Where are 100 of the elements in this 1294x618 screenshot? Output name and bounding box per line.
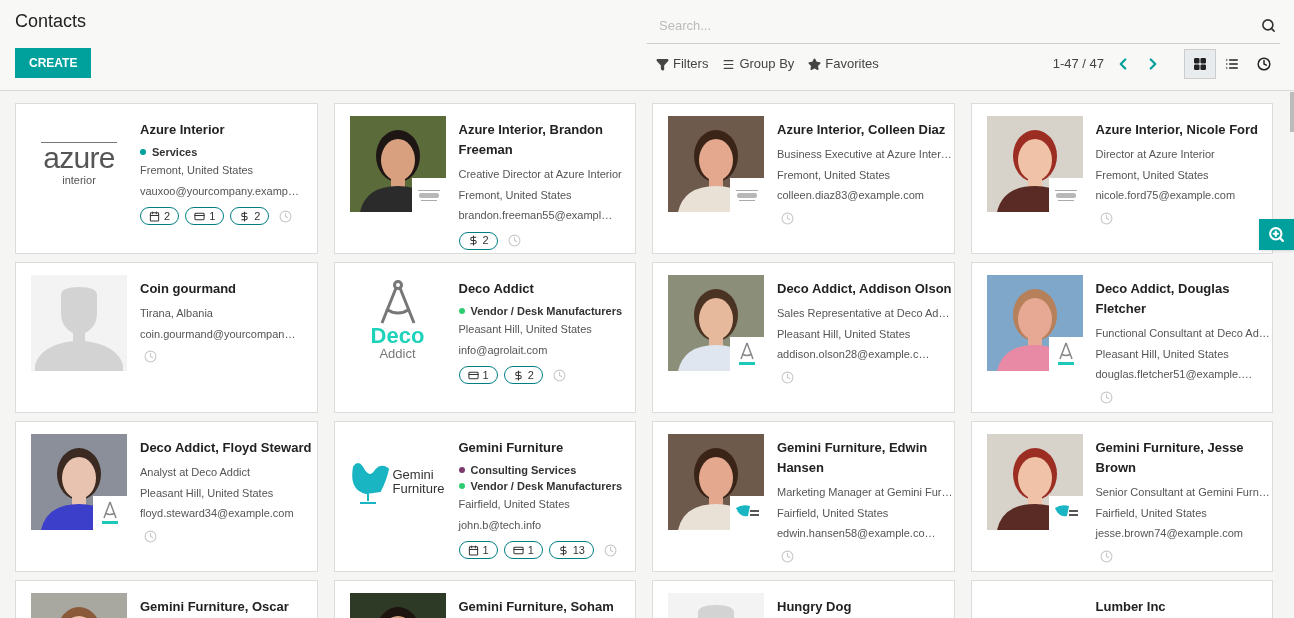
contact-detail: vauxoo@yourcompany.examp… xyxy=(140,183,299,199)
sales-button[interactable]: 2 xyxy=(458,231,498,250)
grid-icon xyxy=(1193,57,1207,71)
activity-clock-icon[interactable] xyxy=(781,211,794,225)
contact-card[interactable]: Coin gourmand Tirana, Albania coin.gourmand@yourcompan… xyxy=(15,262,318,413)
contact-card[interactable]: Lumber Inc xyxy=(970,580,1273,618)
contact-detail: Fairfield, United States xyxy=(777,505,889,521)
activity-clock-icon[interactable] xyxy=(507,234,521,247)
sales-button[interactable]: 13 xyxy=(548,541,594,559)
contact-card[interactable]: Gemini Furniture, Jesse Brown Senior Consultant at Gemini Furn… Fairfield, United States jesse.brown74@example.com xyxy=(970,421,1273,572)
contact-card[interactable]: Deco Addict, Douglas Fletcher Functional Consultant at Deco Ad… Pleasant Hill, United States douglas.fletcher51@example.… xyxy=(970,262,1273,413)
payment-button[interactable]: 1 xyxy=(458,366,498,384)
contact-detail: Functional Consultant at Deco Ad… xyxy=(1095,326,1270,341)
filters-button[interactable]: Filters xyxy=(656,54,709,74)
group-icon xyxy=(722,57,736,71)
logo-text: Furniture xyxy=(392,482,445,496)
search-icon[interactable] xyxy=(1261,18,1276,33)
contact-detail: john.b@tech.info xyxy=(458,517,542,533)
contact-card[interactable]: Deco Addict Deco Addict Vendor / Desk Manufacturers Pleasant Hill, United States info@agrolait.com 1 2 xyxy=(333,262,636,413)
activity-clock-icon[interactable] xyxy=(1099,390,1113,404)
page-title: Contacts xyxy=(15,10,88,33)
contact-card[interactable]: azure interior Azure Interior Services Fremont, United States vauxoo@yourcompany.examp… 2 1 2 xyxy=(15,103,318,254)
contact-name: Gemini Furniture, Oscar xyxy=(140,598,290,616)
contact-detail: Fremont, United States xyxy=(458,187,572,203)
filter-icon xyxy=(656,57,669,71)
dollar-icon xyxy=(557,544,569,556)
list-icon xyxy=(1225,57,1239,71)
contact-detail: Fremont, United States xyxy=(140,163,254,178)
activity-clock-icon[interactable] xyxy=(279,209,293,223)
contact-name: Azure Interior xyxy=(140,121,226,139)
activity-clock-icon[interactable] xyxy=(1099,549,1113,563)
activity-clock-icon[interactable] xyxy=(781,370,794,384)
contact-detail: Analyst at Deco Addict xyxy=(140,465,251,480)
tag-label: Vendor / Desk Manufacturers xyxy=(470,479,623,494)
pager-value: 1-47 / 47 xyxy=(1052,55,1104,74)
contact-name: Coin gourmand xyxy=(140,280,238,298)
contact-name: Gemini Furniture, Soham xyxy=(458,598,615,616)
contact-detail: coin.gourmand@yourcompan… xyxy=(140,326,296,342)
scrollbar-thumb[interactable] xyxy=(1290,92,1294,132)
meetings-button[interactable]: 2 xyxy=(140,207,180,225)
zoom-button[interactable] xyxy=(1259,219,1294,250)
contact-card[interactable]: Azure Interior, Brandon Freeman Creative Director at Azure Interior Fremont, United States brandon.freeman55@exampl… 2 xyxy=(333,103,636,254)
avatar-placeholder-icon xyxy=(31,275,127,371)
dollar-icon xyxy=(239,210,251,222)
contact-card[interactable]: Gemini Furniture Gemini Furniture Consulting Services Vendor / Desk Manufacturers Fairfield, United States john.b@tech.info 1 1 13 xyxy=(333,421,636,572)
contact-card[interactable]: Hungry Dog xyxy=(652,580,955,618)
contact-detail: Tirana, Albania xyxy=(140,306,213,321)
contact-name: Gemini Furniture, Edwin Hansen xyxy=(777,439,929,477)
activity-clock-icon[interactable] xyxy=(604,543,617,557)
contact-name: Hungry Dog xyxy=(777,598,853,616)
contact-name: Deco Addict, Douglas Fletcher xyxy=(1095,280,1231,318)
logo-text: Addict xyxy=(379,347,416,361)
contact-card[interactable]: Deco Addict, Floyd Steward Analyst at Deco Addict Pleasant Hill, United States floyd.steward34@example.com xyxy=(15,421,318,572)
activity-clock-icon[interactable] xyxy=(552,368,566,382)
contact-detail: Pleasant Hill, United States xyxy=(458,322,592,337)
contact-name: Azure Interior, Nicole Ford xyxy=(1095,121,1260,139)
contact-detail: Pleasant Hill, United States xyxy=(777,326,911,342)
kanban-view-button[interactable] xyxy=(1184,49,1216,79)
contact-detail: colleen.diaz83@example.com xyxy=(777,188,924,203)
contact-detail: Pleasant Hill, United States xyxy=(140,485,274,501)
logo-text: Deco xyxy=(370,325,425,347)
contact-card[interactable]: Deco Addict, Addison Olson Sales Representative at Deco Ad… Pleasant Hill, United States addison.olson28@example.c… xyxy=(652,262,955,413)
contact-detail: Fremont, United States xyxy=(777,167,891,183)
sales-button[interactable]: 2 xyxy=(503,366,543,384)
sales-button[interactable]: 2 xyxy=(230,207,270,225)
contact-card[interactable]: Azure Interior, Colleen Diaz Business Executive at Azure Inter… Fremont, United States colleen.diaz83@example.com xyxy=(652,103,955,254)
calendar-icon xyxy=(149,210,160,222)
activity-clock-icon[interactable] xyxy=(1099,211,1113,225)
activity-clock-icon[interactable] xyxy=(781,549,794,563)
meetings-button[interactable]: 1 xyxy=(458,541,498,559)
clock-icon xyxy=(1257,57,1271,71)
tag-label: Consulting Services xyxy=(470,463,577,478)
contact-card[interactable]: Azure Interior, Nicole Ford Director at Azure Interior Fremont, United States nicole.ford75@example.com xyxy=(970,103,1273,254)
contact-name: Deco Addict xyxy=(458,280,535,298)
contact-name: Gemini Furniture, Jesse Brown xyxy=(1095,439,1245,477)
card-icon xyxy=(467,369,479,381)
favorite-icon xyxy=(808,57,822,71)
contact-detail: nicole.ford75@example.com xyxy=(1095,188,1236,203)
contact-detail: jesse.brown74@example.com xyxy=(1095,526,1243,541)
contact-name: Deco Addict, Floyd Steward xyxy=(140,439,313,457)
contact-detail: addison.olson28@example.c… xyxy=(777,347,930,362)
contact-card[interactable]: Gemini Furniture, Edwin Hansen Marketing Manager at Gemini Fur… Fairfield, United States edwin.hansen58@example.co… xyxy=(652,421,955,572)
contact-name: Gemini Furniture xyxy=(458,439,565,457)
group-by-button[interactable]: Group By xyxy=(722,54,795,74)
contact-detail: Pleasant Hill, United States xyxy=(1095,346,1229,362)
activity-clock-icon[interactable] xyxy=(144,350,157,363)
activity-clock-icon[interactable] xyxy=(144,529,157,543)
contact-card[interactable]: Gemini Furniture, Oscar xyxy=(15,580,318,618)
payment-button[interactable]: 1 xyxy=(503,541,543,559)
dollar-icon xyxy=(512,369,524,381)
contact-detail: brandon.freeman55@exampl… xyxy=(458,208,613,223)
contact-detail: info@agrolait.com xyxy=(458,342,548,358)
search-field[interactable]: Search... xyxy=(659,15,1261,36)
contact-card[interactable]: Gemini Furniture, Soham xyxy=(333,580,636,618)
contact-detail: edwin.hansen58@example.co… xyxy=(777,526,936,541)
calendar-icon xyxy=(467,544,479,556)
contact-detail: Fairfield, United States xyxy=(1095,505,1207,521)
payment-button[interactable]: 1 xyxy=(185,207,225,225)
favorites-button[interactable]: Favorites xyxy=(808,54,879,74)
contact-detail: Director at Azure Interior xyxy=(1095,147,1215,162)
